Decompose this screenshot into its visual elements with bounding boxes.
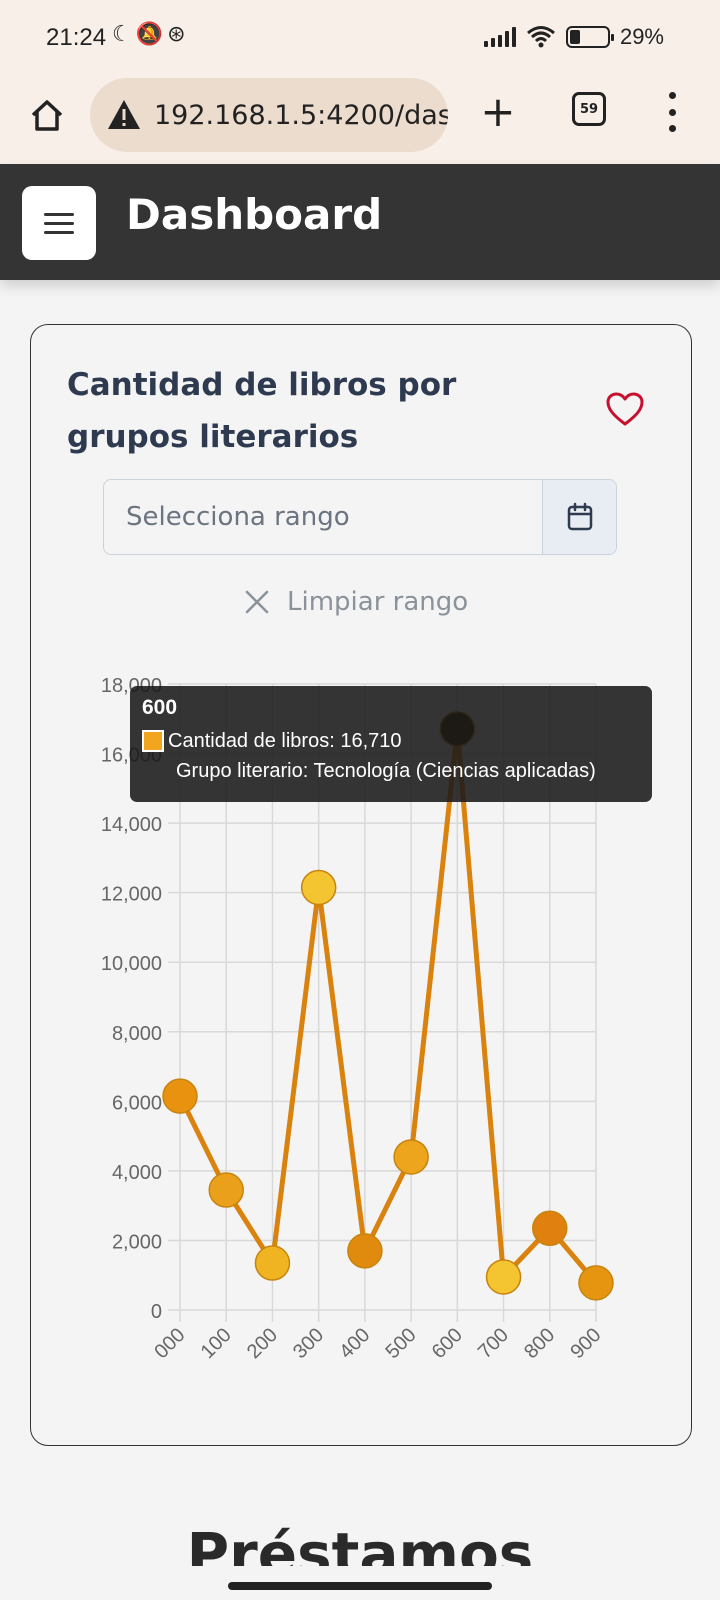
tooltip-value-label: Cantidad de libros: 16,710 [168,730,402,752]
y-tick-label: 12,000 [101,884,162,906]
tooltip-title: 600 [142,696,178,719]
data-point [393,1139,429,1175]
data-point [300,869,337,906]
x-tick-label: 100 [197,1324,236,1363]
y-tick-label: 0 [151,1301,162,1323]
x-tick-label: 400 [335,1324,374,1363]
chart-tooltip: 600 Cantidad de libros: 16,710 Grupo lit… [130,686,652,802]
y-tick-label: 2,000 [112,1231,162,1253]
data-point [208,1172,244,1208]
x-tick-label: 500 [381,1324,420,1363]
data-point [162,1078,198,1114]
tooltip-group-label: Grupo literario: Tecnología (Ciencias ap… [176,760,596,782]
data-point [578,1265,614,1301]
x-tick-label: 200 [243,1324,282,1363]
data-point [532,1210,568,1247]
data-point [485,1259,522,1295]
x-tick-label: 300 [289,1324,328,1363]
tooltip-value-row: Cantidad de libros: 16,710 [142,726,640,756]
home-indicator[interactable] [228,1582,492,1590]
x-tick-label: 000 [150,1324,189,1363]
section-title-prestamos: Préstamos [186,1520,534,1566]
x-tick-label: 700 [474,1324,513,1363]
x-tick-label: 600 [428,1324,467,1363]
y-tick-label: 6,000 [112,1092,162,1114]
y-tick-label: 14,000 [101,814,162,836]
y-tick-label: 4,000 [112,1162,162,1184]
data-point [254,1245,291,1281]
tooltip-series-swatch [142,730,164,752]
x-tick-label: 800 [520,1324,559,1363]
y-tick-label: 10,000 [101,953,162,975]
series-line [177,726,598,1285]
data-point [347,1233,383,1269]
y-tick-label: 8,000 [112,1023,162,1045]
x-tick-label: 900 [566,1324,605,1363]
